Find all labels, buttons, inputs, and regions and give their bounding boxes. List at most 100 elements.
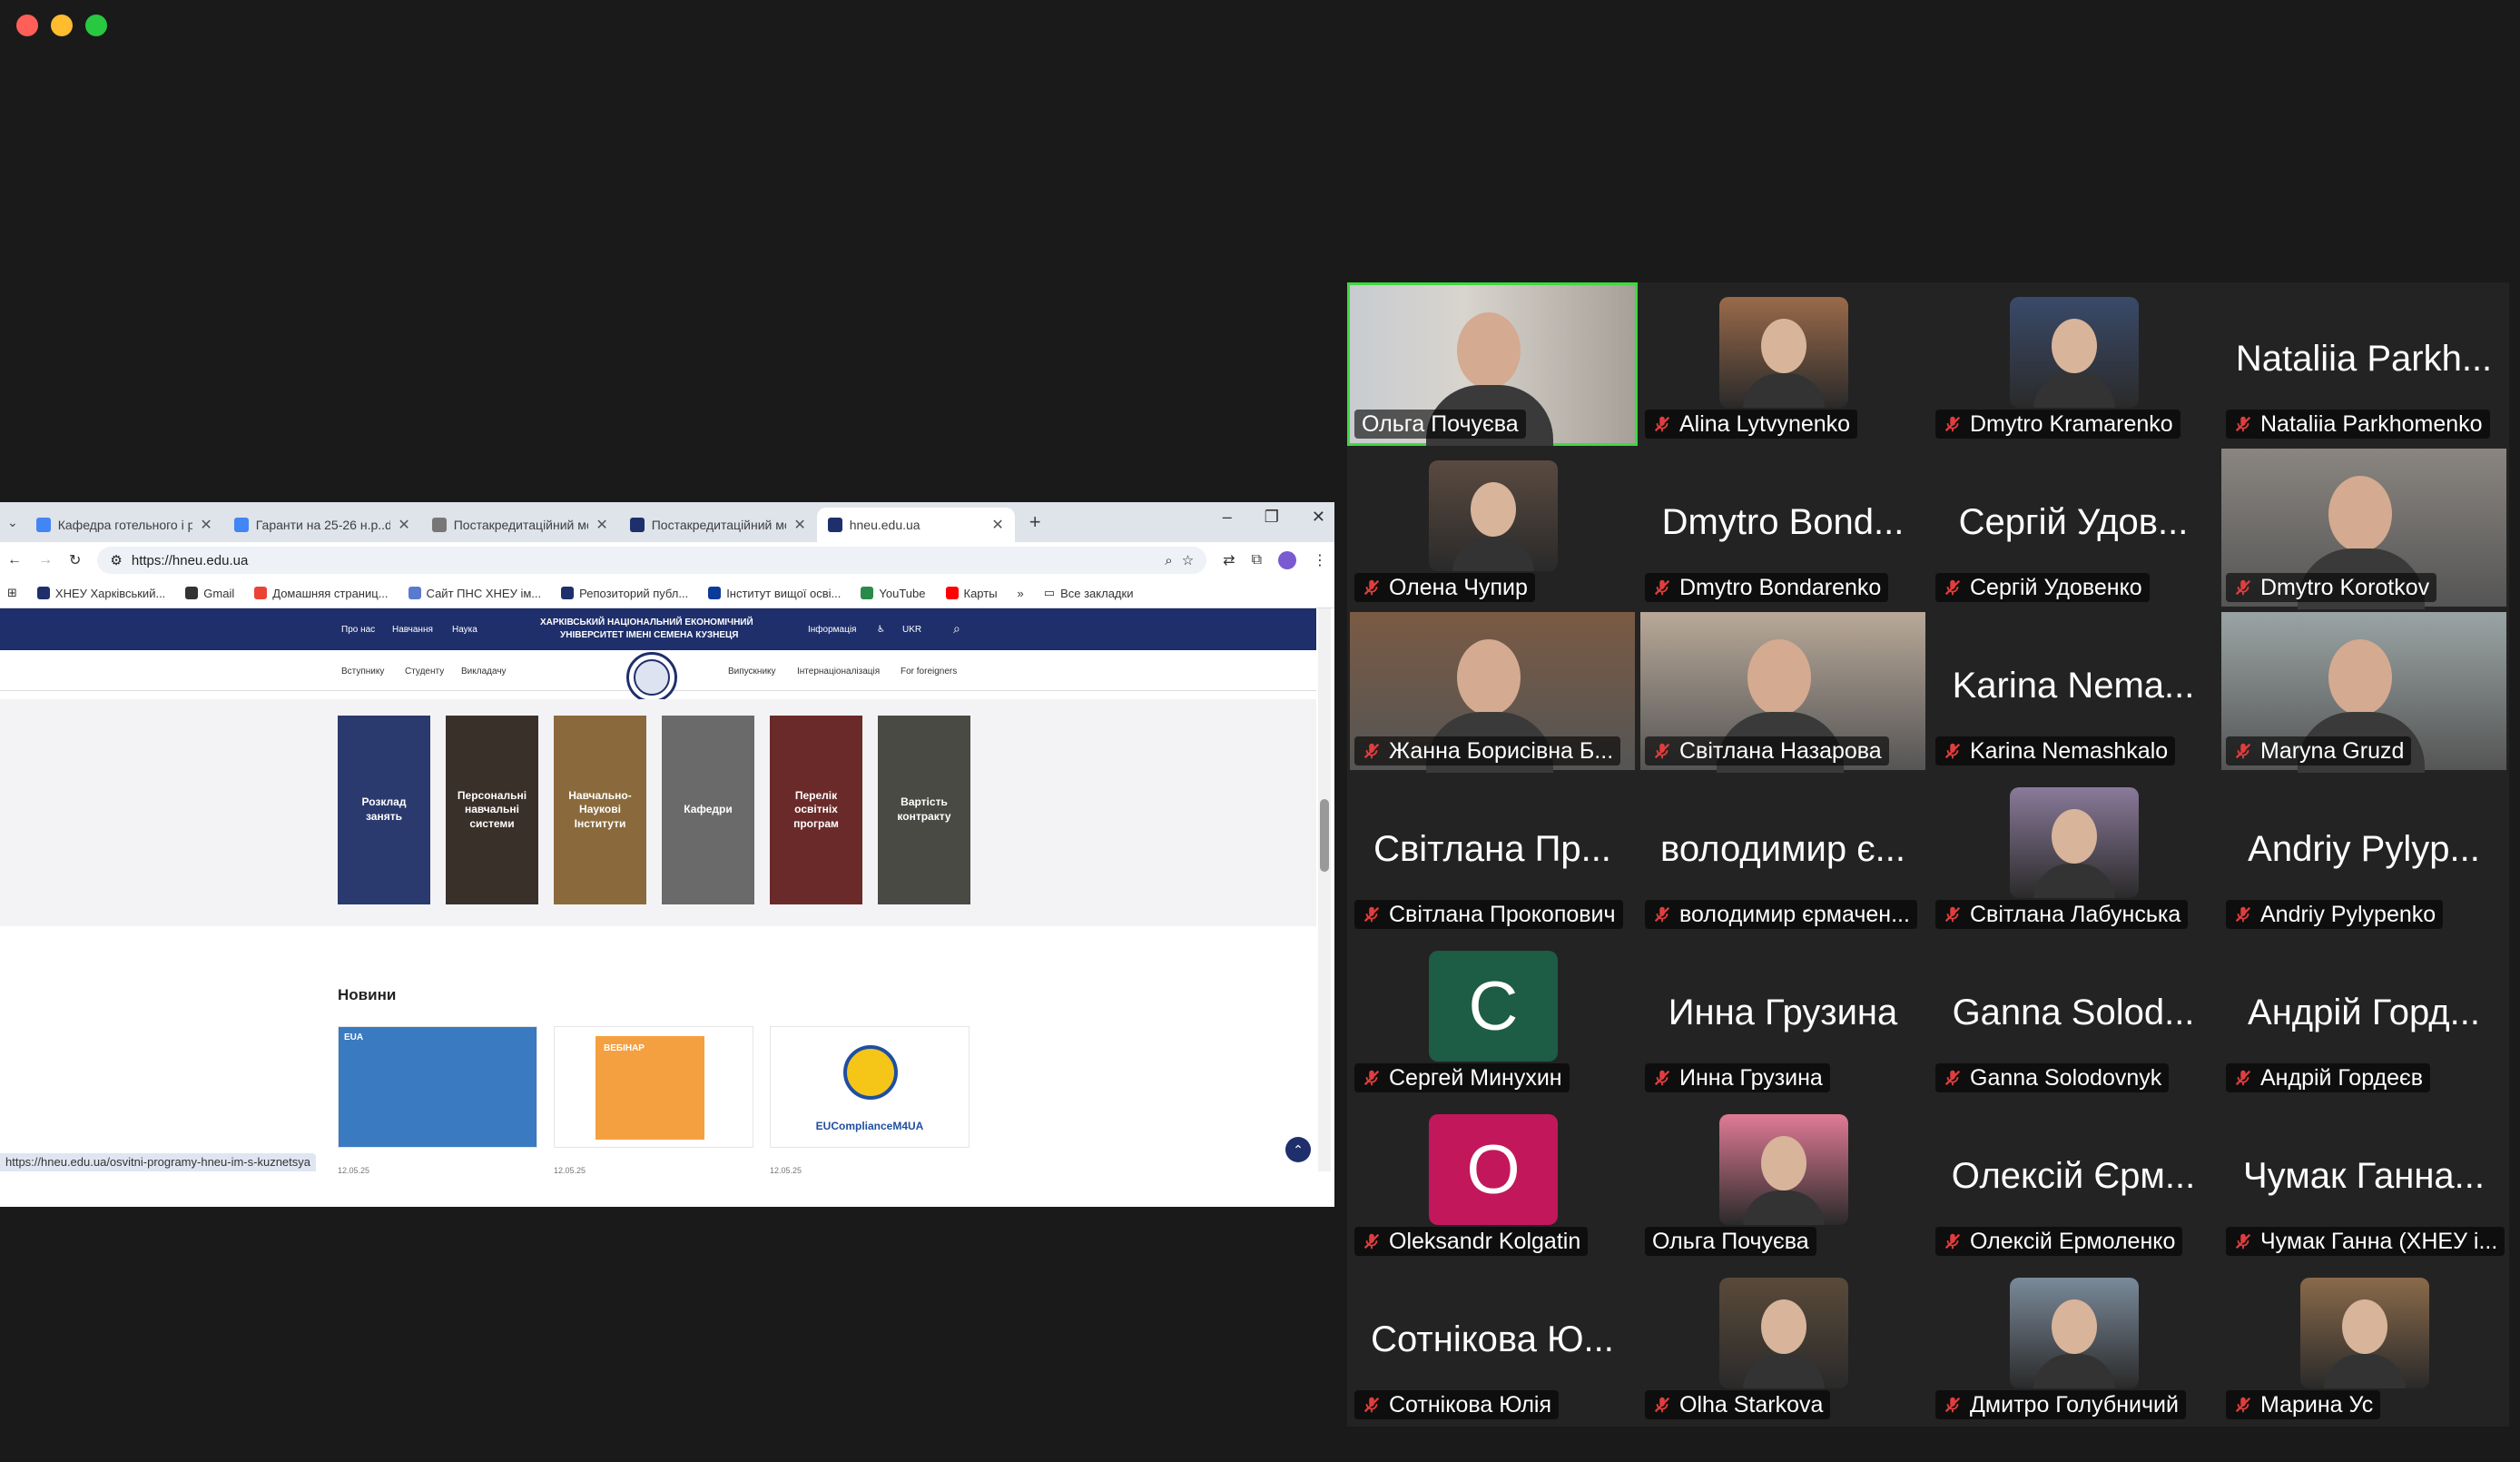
- participant-tile[interactable]: Olha Starkova: [1638, 1263, 1928, 1427]
- participant-tile[interactable]: Сотнікова Ю... Сотнікова Юлія: [1347, 1263, 1638, 1427]
- tab-list-chevron-icon[interactable]: ⌄: [0, 515, 25, 530]
- participant-tile[interactable]: володимир є... володимир єрмачен...: [1638, 773, 1928, 936]
- participant-tile[interactable]: Dmytro Kramarenko: [1928, 282, 2219, 446]
- news-card[interactable]: ВЕБІНАР: [554, 1026, 753, 1148]
- participant-tile[interactable]: Dmytro Korotkov: [2219, 446, 2509, 609]
- new-tab-button[interactable]: +: [1015, 510, 1056, 534]
- all-bookmarks[interactable]: ▭ Все закладки: [1044, 586, 1134, 600]
- nav-science[interactable]: Наука: [452, 625, 477, 635]
- participant-name: володимир єрмачен...: [1679, 901, 1910, 927]
- participant-tile[interactable]: Ольга Почуєва: [1347, 282, 1638, 446]
- participant-tile[interactable]: Марина Ус: [2219, 1263, 2509, 1427]
- language-select[interactable]: UKR: [902, 625, 921, 635]
- participant-tile[interactable]: Dmytro Bond... Dmytro Bondarenko: [1638, 446, 1928, 609]
- muted-mic-icon: [2235, 1070, 2251, 1086]
- participant-tile[interactable]: Ольга Почуєва: [1638, 1100, 1928, 1263]
- browser-tab[interactable]: Гаранти на 25-26 н.р..do ✕: [223, 508, 421, 542]
- page-scrollbar[interactable]: [1318, 608, 1331, 1171]
- shared-screen: ⌄ Кафедра готельного і ре ✕ Гаранти на 25-…: [0, 502, 1334, 1207]
- bookmark-item[interactable]: YouTube: [861, 587, 926, 600]
- fullscreen-window-button[interactable]: [85, 15, 107, 36]
- participant-tile[interactable]: Світлана Лабунська: [1928, 773, 2219, 936]
- search-icon[interactable]: ⌕: [953, 621, 960, 637]
- participant-tile[interactable]: Олексій Єрм... Олексій Ермоленко: [1928, 1100, 2219, 1263]
- bookmark-item[interactable]: Gmail: [185, 587, 234, 600]
- participant-tile[interactable]: Инна Грузина Инна Грузина: [1638, 936, 1928, 1100]
- forward-icon[interactable]: →: [38, 552, 53, 568]
- participant-tile[interactable]: Андрій Горд... Андрій Гордеєв: [2219, 936, 2509, 1100]
- participant-tile[interactable]: Andriy Pylyp... Andriy Pylypenko: [2219, 773, 2509, 936]
- quick-link-card[interactable]: Кафедри: [662, 716, 754, 904]
- nav-applicant[interactable]: Вступнику: [341, 667, 384, 677]
- nav-internationalization[interactable]: Інтернаціоналізація: [797, 667, 880, 677]
- news-card[interactable]: EUComplianceM4UA: [770, 1026, 970, 1148]
- quick-link-card[interactable]: Розклад занять: [338, 716, 430, 904]
- nav-student[interactable]: Студенту: [405, 667, 444, 677]
- minimize-icon[interactable]: –: [1223, 508, 1232, 527]
- tab-close-icon[interactable]: ✕: [398, 516, 409, 534]
- browser-tab-bar: ⌄ Кафедра готельного і ре ✕ Гаранти на 25-…: [0, 502, 1334, 542]
- participant-name: Світлана Прокопович: [1389, 901, 1616, 927]
- back-icon[interactable]: ←: [7, 552, 22, 568]
- minimize-window-button[interactable]: [51, 15, 73, 36]
- menu-kebab-icon[interactable]: ⋮: [1313, 551, 1327, 569]
- participant-tile[interactable]: Світлана Назарова: [1638, 609, 1928, 773]
- reload-icon[interactable]: ↻: [69, 551, 81, 569]
- tab-close-icon[interactable]: ✕: [596, 516, 607, 534]
- quick-link-card[interactable]: Вартість контракту: [878, 716, 970, 904]
- restore-icon[interactable]: ❐: [1265, 508, 1279, 527]
- participant-tile[interactable]: Alina Lytvynenko: [1638, 282, 1928, 446]
- accessibility-icon[interactable]: ♿: [877, 625, 885, 635]
- bookmark-item[interactable]: Домашняя страниц...: [254, 587, 389, 600]
- translate-icon[interactable]: ⇄: [1223, 551, 1235, 569]
- close-icon[interactable]: ✕: [1312, 508, 1325, 527]
- nav-info[interactable]: Інформація: [808, 625, 856, 635]
- quick-link-card[interactable]: Перелік освітніх програм: [770, 716, 862, 904]
- news-card[interactable]: EUA: [338, 1026, 537, 1148]
- participant-tile[interactable]: Дмитро Голубничий: [1928, 1263, 2219, 1427]
- participant-tile[interactable]: Ganna Solod... Ganna Solodovnyk: [1928, 936, 2219, 1100]
- participant-tile[interactable]: Світлана Пр... Світлана Прокопович: [1347, 773, 1638, 936]
- participant-tile[interactable]: C Сергей Минухин: [1347, 936, 1638, 1100]
- quick-link-card[interactable]: Навчально-Наукові Інститути: [554, 716, 646, 904]
- url-text: https://hneu.edu.ua: [131, 552, 249, 568]
- browser-tab[interactable]: Кафедра готельного і ре ✕: [25, 508, 223, 542]
- nav-teacher[interactable]: Викладачу: [461, 667, 507, 677]
- nav-about[interactable]: Про нас: [341, 625, 375, 635]
- participant-tile[interactable]: Nataliia Parkh... Nataliia Parkhomenko: [2219, 282, 2509, 446]
- browser-tab[interactable]: Постакредитаційний мо ✕: [421, 508, 619, 542]
- participant-tile[interactable]: O Oleksandr Kolgatin: [1347, 1100, 1638, 1263]
- participant-tile[interactable]: Maryna Gruzd: [2219, 609, 2509, 773]
- scroll-to-top-button[interactable]: ⌃: [1285, 1137, 1311, 1162]
- participant-tile[interactable]: Чумак Ганна... Чумак Ганна (ХНЕУ і...: [2219, 1100, 2509, 1263]
- bookmark-star-icon[interactable]: ☆: [1182, 552, 1194, 568]
- browser-tab[interactable]: Постакредитаційний мо ✕: [619, 508, 817, 542]
- omnibox[interactable]: ⚙ https://hneu.edu.ua ⌕ ☆: [97, 547, 1207, 574]
- site-info-icon[interactable]: ⚙: [110, 552, 122, 568]
- tab-close-icon[interactable]: ✕: [793, 516, 805, 534]
- apps-grid-icon[interactable]: ⊞: [7, 586, 17, 600]
- extensions-icon[interactable]: ⧉: [1252, 552, 1262, 568]
- browser-tab[interactable]: hneu.edu.ua ✕: [816, 508, 1015, 542]
- participant-tile[interactable]: Жанна Борисівна Б...: [1347, 609, 1638, 773]
- more-bookmarks-icon[interactable]: »: [1018, 587, 1024, 600]
- nav-foreigners[interactable]: For foreigners: [901, 667, 957, 677]
- participant-tile[interactable]: Сергій Удов... Сергій Удовенко: [1928, 446, 2219, 609]
- bookmark-item[interactable]: Інститут вищої осві...: [708, 587, 841, 600]
- bookmark-item[interactable]: ХНЕУ Харківський...: [36, 587, 165, 600]
- bookmark-item[interactable]: Карты: [945, 587, 998, 600]
- tab-close-icon[interactable]: ✕: [991, 516, 1003, 534]
- bookmark-item[interactable]: Репозиторий публ...: [561, 587, 688, 600]
- nav-study[interactable]: Навчання: [392, 625, 433, 635]
- participant-tile[interactable]: Karina Nema... Karina Nemashkalo: [1928, 609, 2219, 773]
- zoom-icon[interactable]: ⌕: [1165, 553, 1172, 568]
- tab-close-icon[interactable]: ✕: [200, 516, 212, 534]
- participant-name: Сергей Минухин: [1389, 1064, 1562, 1091]
- profile-avatar[interactable]: [1278, 551, 1296, 569]
- close-window-button[interactable]: [16, 15, 38, 36]
- university-logo[interactable]: [626, 652, 677, 703]
- nav-graduate[interactable]: Випускнику: [728, 667, 776, 677]
- quick-link-card[interactable]: Персональні навчальні системи: [446, 716, 538, 904]
- bookmark-item[interactable]: Сайт ПНС ХНЕУ ім...: [408, 587, 541, 600]
- participant-tile[interactable]: Олена Чупир: [1347, 446, 1638, 609]
